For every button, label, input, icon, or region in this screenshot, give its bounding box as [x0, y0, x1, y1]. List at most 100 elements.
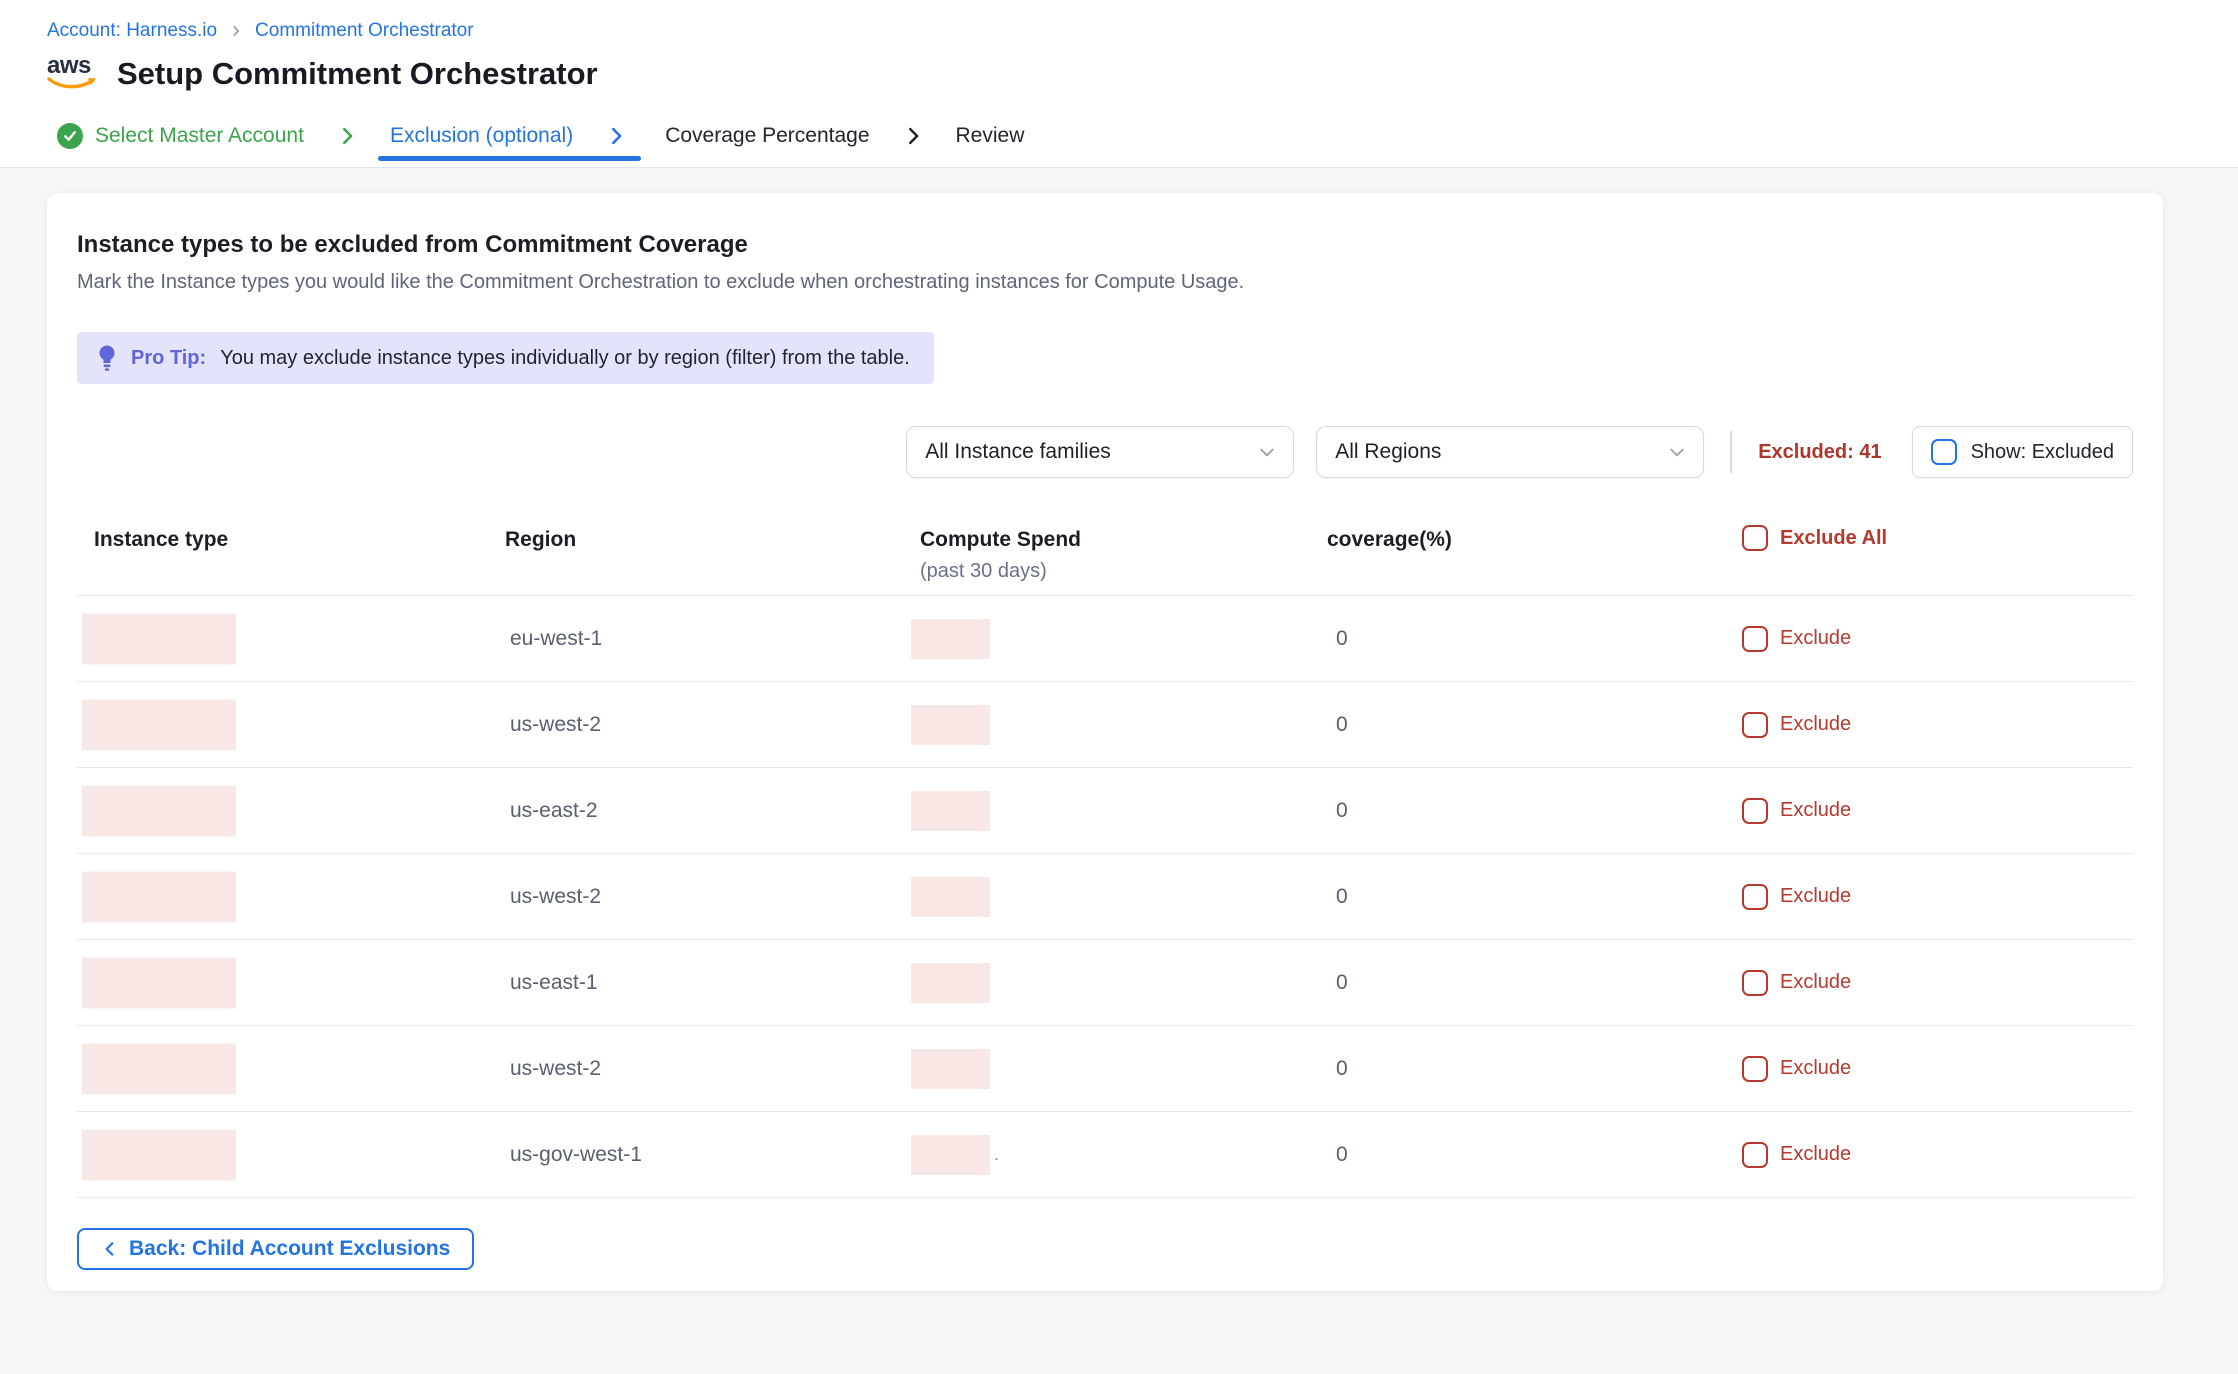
table-row: us-west-2 0 Exclude [77, 1026, 2133, 1112]
coverage-value: 0 [1336, 1143, 1348, 1166]
exclude-label: Exclude [1780, 971, 1851, 994]
redacted-instance-type [82, 785, 236, 836]
table-header: Instance type Region Compute Spend (past… [77, 506, 2133, 596]
step-select-master-account[interactable]: Select Master Account [57, 123, 304, 149]
region-value: us-east-1 [510, 971, 598, 994]
chevron-right-icon [336, 125, 358, 147]
aws-logo: aws [47, 54, 99, 94]
table-row: us-west-2 0 Exclude [77, 854, 2133, 940]
coverage-cell: 0 [1336, 799, 1348, 823]
show-excluded-toggle[interactable]: Show: Excluded [1912, 426, 2133, 478]
compute-spend-cell [911, 705, 994, 745]
coverage-value: 0 [1336, 627, 1348, 650]
redacted-instance-type [82, 699, 236, 750]
compute-spend-cell [911, 877, 994, 917]
show-excluded-checkbox[interactable] [1931, 439, 1957, 465]
regions-value: All Regions [1335, 440, 1441, 464]
chevron-down-icon [1257, 442, 1277, 462]
back-button-label: Back: Child Account Exclusions [129, 1237, 450, 1261]
region-cell: us-west-2 [510, 713, 601, 737]
coverage-value: 0 [1336, 885, 1348, 908]
exclude-label: Exclude [1780, 1143, 1851, 1166]
instance-type-cell [82, 699, 236, 750]
compute-spend-cell [911, 619, 994, 659]
region-cell: us-east-2 [510, 799, 598, 823]
page-content: Instance types to be excluded from Commi… [0, 168, 2238, 1355]
top-bar: Account: Harness.io Commitment Orchestra… [0, 0, 2238, 104]
step-review[interactable]: Review [956, 124, 1025, 148]
panel-heading: Instance types to be excluded from Commi… [77, 231, 2133, 259]
region-value: eu-west-1 [510, 627, 602, 650]
breadcrumb-account-link[interactable]: Account: Harness.io [47, 20, 217, 42]
exclude-all-control[interactable]: Exclude All [1742, 525, 1887, 551]
step-exclusion-optional[interactable]: Exclusion (optional) [390, 124, 573, 148]
table-body: eu-west-1 0 Exclude us-west-2 0 Ex [77, 596, 2133, 1198]
table-row: us-gov-west-1 . 0 Exclude [77, 1112, 2133, 1198]
vertical-divider [1730, 431, 1732, 473]
exclude-checkbox[interactable] [1742, 626, 1768, 652]
title-row: aws Setup Commitment Orchestrator [47, 54, 2238, 104]
instance-families-select[interactable]: All Instance families [906, 426, 1294, 478]
coverage-value: 0 [1336, 1057, 1348, 1080]
setup-stepper: Select Master Account Exclusion (optiona… [0, 104, 2238, 168]
pro-tip-label: Pro Tip: [131, 347, 206, 370]
redacted-compute-spend [911, 619, 990, 659]
region-cell: us-west-2 [510, 885, 601, 909]
exclude-checkbox[interactable] [1742, 712, 1768, 738]
exclude-checkbox[interactable] [1742, 1056, 1768, 1082]
chevron-right-icon [229, 24, 243, 38]
column-header-region: Region [505, 528, 576, 552]
coverage-cell: 0 [1336, 1057, 1348, 1081]
check-circle-icon [57, 123, 83, 149]
exclusion-panel: Instance types to be excluded from Commi… [47, 193, 2163, 1291]
compute-spend-cell [911, 1049, 994, 1089]
redacted-instance-type [82, 957, 236, 1008]
exclude-checkbox[interactable] [1742, 884, 1768, 910]
exclude-label: Exclude [1780, 713, 1851, 736]
step-label: Review [956, 124, 1025, 148]
compute-spend-subtitle: (past 30 days) [920, 560, 1081, 583]
exclude-checkbox[interactable] [1742, 798, 1768, 824]
exclude-checkbox[interactable] [1742, 970, 1768, 996]
region-value: us-gov-west-1 [510, 1143, 642, 1166]
exclude-control[interactable]: Exclude [1742, 712, 1851, 738]
breadcrumb: Account: Harness.io Commitment Orchestra… [47, 20, 2238, 42]
table-row: us-east-2 0 Exclude [77, 768, 2133, 854]
exclude-checkbox[interactable] [1742, 1142, 1768, 1168]
breadcrumb-page-link[interactable]: Commitment Orchestrator [255, 20, 474, 42]
exclude-control[interactable]: Exclude [1742, 884, 1851, 910]
exclude-control[interactable]: Exclude [1742, 1142, 1851, 1168]
table-row: us-west-2 0 Exclude [77, 682, 2133, 768]
compute-spend-cell [911, 791, 994, 831]
exclude-control[interactable]: Exclude [1742, 798, 1851, 824]
coverage-cell: 0 [1336, 1143, 1348, 1167]
exclude-control[interactable]: Exclude [1742, 970, 1851, 996]
exclude-all-checkbox[interactable] [1742, 525, 1768, 551]
filter-row: All Instance families All Regions Exclud… [77, 426, 2133, 478]
redacted-compute-spend [911, 877, 990, 917]
compute-spend-title: Compute Spend [920, 528, 1081, 551]
exclude-control[interactable]: Exclude [1742, 626, 1851, 652]
aws-logo-text: aws [47, 54, 99, 78]
regions-select[interactable]: All Regions [1316, 426, 1704, 478]
show-excluded-label: Show: Excluded [1971, 441, 2114, 464]
exclude-label: Exclude [1780, 1057, 1851, 1080]
chevron-right-icon [605, 125, 627, 147]
excluded-count-badge: Excluded: 41 [1758, 441, 1881, 464]
pro-tip-text: You may exclude instance types individua… [220, 347, 910, 370]
coverage-cell: 0 [1336, 971, 1348, 995]
column-header-compute-spend: Compute Spend (past 30 days) [920, 528, 1081, 583]
table-row: eu-west-1 0 Exclude [77, 596, 2133, 682]
compute-spend-cell [911, 963, 994, 1003]
back-button[interactable]: Back: Child Account Exclusions [77, 1228, 474, 1270]
redacted-compute-spend [911, 791, 990, 831]
region-value: us-west-2 [510, 713, 601, 736]
active-step-underline [378, 156, 641, 161]
redacted-compute-spend [911, 1135, 990, 1175]
instance-type-cell [82, 1129, 236, 1180]
exclude-control[interactable]: Exclude [1742, 1056, 1851, 1082]
lightbulb-icon [97, 344, 117, 372]
exclude-label: Exclude [1780, 799, 1851, 822]
chevron-left-icon [101, 1240, 119, 1258]
step-coverage-percentage[interactable]: Coverage Percentage [665, 124, 869, 148]
